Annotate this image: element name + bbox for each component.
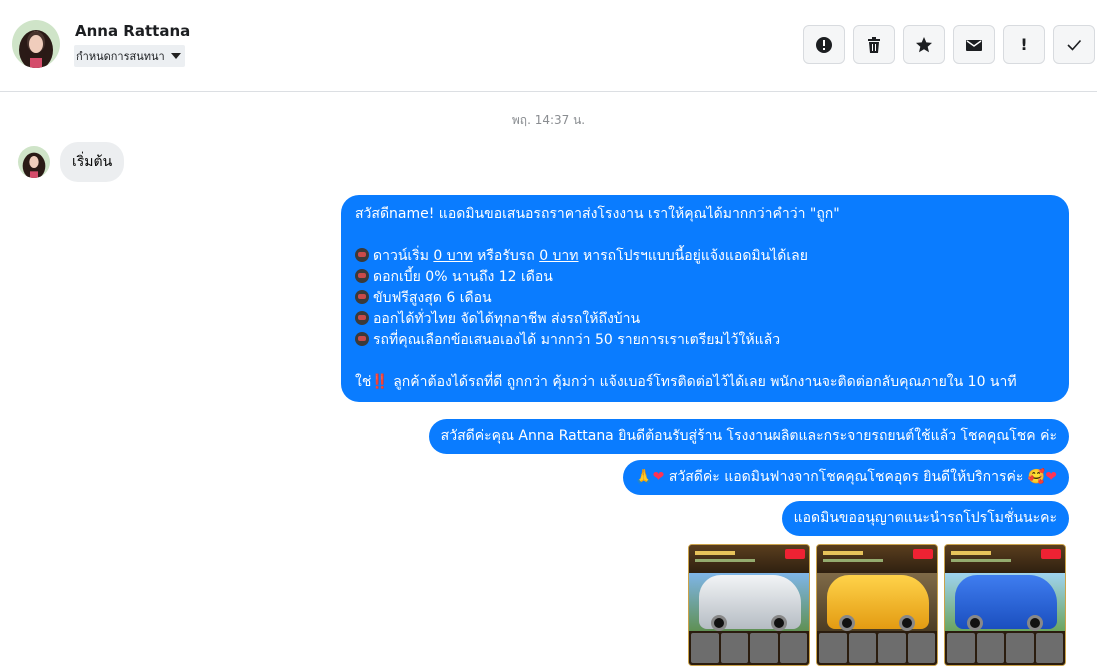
header-actions: ! bbox=[803, 25, 1095, 64]
outgoing-message-bubble[interactable]: แอดมินขออนุญาตแนะนำรถโปรโมชั่นนะคะ bbox=[781, 501, 1069, 536]
smiling-hearts-icon: 🥰 bbox=[1027, 469, 1046, 485]
sender-avatar bbox=[18, 146, 50, 178]
car-emoji-icon bbox=[355, 332, 369, 346]
spam-button[interactable] bbox=[803, 25, 845, 64]
car-photo-yellow-hatchback[interactable] bbox=[816, 544, 938, 666]
message-timestamp: พฤ. 14:37 น. bbox=[511, 113, 586, 127]
incoming-message-bubble[interactable]: เริ่มต้น bbox=[60, 142, 125, 182]
folded-hands-icon: 🙏 bbox=[635, 469, 653, 485]
message-line: รถที่คุณเลือกข้อเสนอเองได้ มากกว่า 50 รา… bbox=[355, 330, 1055, 351]
car-emoji-icon bbox=[355, 248, 369, 262]
message-line: ดาวน์เริ่ม 0 บาท หรือรับรถ 0 บาท หารถโปร… bbox=[355, 246, 1055, 267]
alert-circle-icon bbox=[816, 36, 832, 53]
photo-attachments bbox=[688, 544, 1066, 666]
star-button[interactable] bbox=[903, 25, 945, 64]
heart-icon: ❤ bbox=[1045, 469, 1057, 485]
contact-avatar[interactable] bbox=[12, 20, 60, 68]
check-icon bbox=[1067, 39, 1082, 51]
outgoing-message-bubble[interactable]: สวัสดีname! แอดมินขอเสนอรถราคาส่งโรงงาน … bbox=[341, 195, 1069, 402]
contact-name[interactable]: Anna Rattana bbox=[75, 22, 190, 40]
mark-unread-button[interactable] bbox=[953, 25, 995, 64]
message-line: สวัสดีname! แอดมินขอเสนอรถราคาส่งโรงงาน … bbox=[355, 206, 840, 222]
conversation-label-dropdown[interactable]: กำหนดการสนทนา bbox=[74, 45, 185, 67]
car-photo-blue-sedan[interactable] bbox=[944, 544, 1066, 666]
done-button[interactable] bbox=[1053, 25, 1095, 64]
car-emoji-icon bbox=[355, 269, 369, 283]
message-line: ขับฟรีสูงสุด 6 เดือน bbox=[355, 288, 1055, 309]
heart-icon: ❤ bbox=[652, 469, 665, 485]
trash-icon bbox=[868, 36, 880, 53]
exclamation-icon: ! bbox=[1020, 35, 1028, 54]
car-photo-silver-pickup[interactable] bbox=[688, 544, 810, 666]
outgoing-message-bubble[interactable]: 🙏❤ สวัสดีค่ะ แอดมินฟางจากโชคคุณโชคอุดร ย… bbox=[623, 460, 1069, 495]
conversation-label-text: กำหนดการสนทนา bbox=[76, 50, 165, 63]
car-emoji-icon bbox=[355, 290, 369, 304]
message-line: ออกได้ทั่วไทย จัดได้ทุกอาชีพ ส่งรถให้ถึง… bbox=[355, 309, 1055, 330]
outgoing-message-bubble[interactable]: สวัสดีค่ะคุณ Anna Rattana ยินดีต้อนรับสู… bbox=[428, 419, 1069, 454]
delete-button[interactable] bbox=[853, 25, 895, 64]
caret-down-icon bbox=[170, 53, 181, 59]
important-button[interactable]: ! bbox=[1003, 25, 1045, 64]
double-exclamation-icon: ‼️ bbox=[371, 374, 389, 390]
conversation-header: Anna Rattana กำหนดการสนทนา ! bbox=[0, 0, 1097, 92]
message-line: ใช่‼️ ลูกค้าต้องได้รถที่ดี ถูกกว่า คุ้มก… bbox=[355, 374, 1017, 390]
incoming-message-row: เริ่มต้น bbox=[18, 142, 125, 182]
car-emoji-icon bbox=[355, 311, 369, 325]
message-line: ดอกเบี้ย 0% นานถึง 12 เดือน bbox=[355, 267, 1055, 288]
star-icon bbox=[916, 36, 932, 52]
envelope-icon bbox=[966, 39, 982, 51]
